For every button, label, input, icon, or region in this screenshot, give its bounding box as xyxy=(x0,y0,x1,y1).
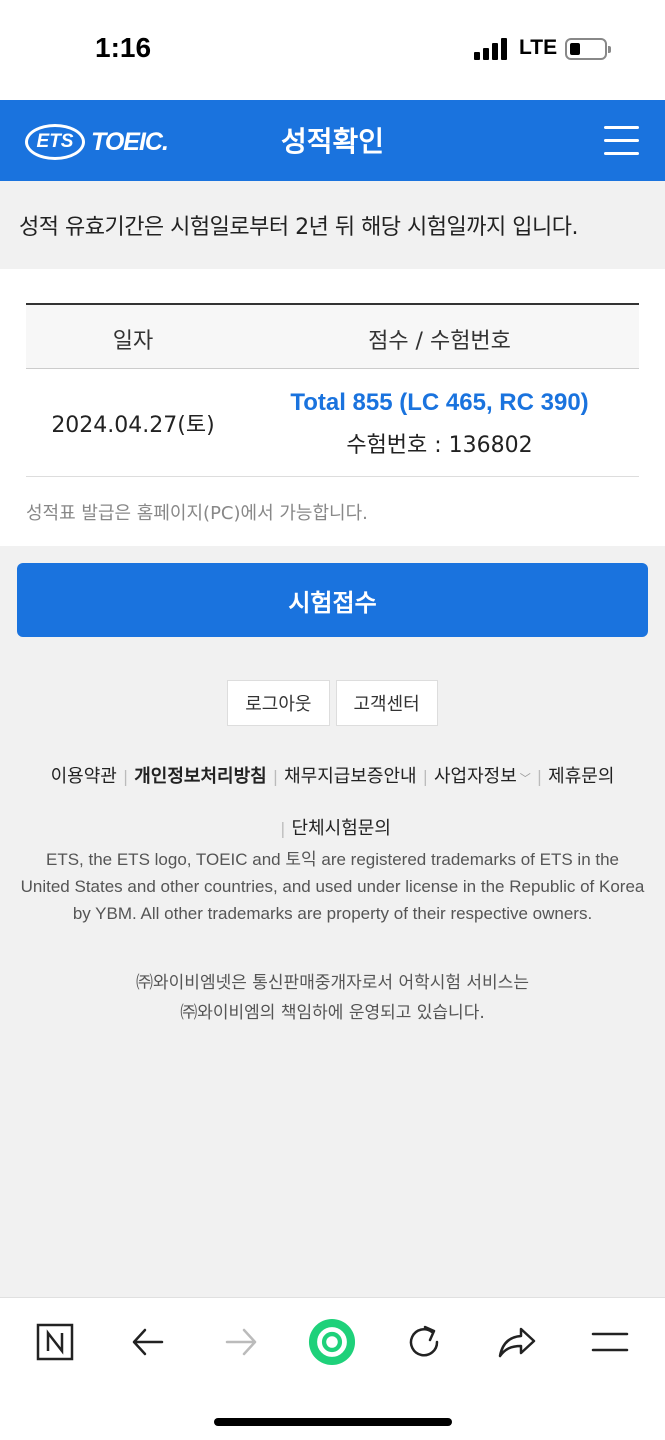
business-info-label: 사업자정보 xyxy=(433,766,517,787)
customer-center-button[interactable]: 고객센터 xyxy=(335,680,438,726)
apply-exam-button[interactable]: 시험접수 xyxy=(17,563,648,637)
report-note: 성적표 발급은 홈페이지(PC)에서 가능합니다. xyxy=(26,503,368,524)
terms-link[interactable]: 이용약관 xyxy=(51,766,117,787)
menu-icon[interactable] xyxy=(586,1318,634,1366)
exam-date: 2024.04.27(토) xyxy=(51,413,215,438)
footer-buttons: 로그아웃 고객센터 xyxy=(0,680,665,726)
hamburger-menu-icon[interactable] xyxy=(604,124,639,156)
signal-icon xyxy=(474,38,508,60)
status-bar: 1:16 LTE xyxy=(0,0,665,100)
ybm-note-line-2: ㈜와이비엠의 책임하에 운영되고 있습니다. xyxy=(180,1003,485,1023)
network-label: LTE xyxy=(519,36,558,59)
legal-text: ETS, the ETS logo, TOEIC and 토익 are regi… xyxy=(20,850,645,923)
business-info-link[interactable]: 사업자정보 ﹀ xyxy=(434,766,531,787)
home-indicator xyxy=(214,1418,452,1426)
divider: | xyxy=(272,767,279,786)
page-title: 성적확인 xyxy=(280,125,385,158)
reload-icon[interactable] xyxy=(400,1318,448,1366)
validity-notice: 성적 유효기간은 시험일로부터 2년 뒤 해당 시험일까지 입니다. xyxy=(0,181,665,269)
green-dot-icon[interactable] xyxy=(308,1318,356,1366)
divider: | xyxy=(422,767,428,786)
forward-arrow-icon[interactable] xyxy=(217,1318,265,1366)
score-table: 일자 점수 / 수험번호 2024.04.27(토) Total 855 (LC… xyxy=(26,303,639,477)
status-time: 1:16 xyxy=(95,32,152,63)
logout-button[interactable]: 로그아웃 xyxy=(227,680,330,726)
validity-notice-text: 성적 유효기간은 시험일로부터 2년 뒤 해당 시험일까지 입니다. xyxy=(19,215,578,240)
divider: | xyxy=(536,767,543,786)
ybm-note-line-1: ㈜와이비엠넷은 통신판매중개자로서 어학시험 서비스는 xyxy=(136,973,529,993)
ybm-note: ㈜와이비엠넷은 통신판매중개자로서 어학시험 서비스는 ㈜와이비엠의 책임하에 … xyxy=(20,968,645,1028)
privacy-link[interactable]: 개인정보처리방침 xyxy=(134,766,266,787)
back-arrow-icon[interactable] xyxy=(124,1318,172,1366)
chevron-down-icon: ﹀ xyxy=(519,772,531,785)
footer-links: 이용약관 | 개인정보처리방침 | 채무지급보증안내 | 사업자정보 ﹀ | 제휴문의 | 단체시험… xyxy=(0,752,665,854)
share-icon[interactable] xyxy=(493,1318,541,1366)
group-exam-link[interactable]: 단체시험문의 xyxy=(292,818,391,839)
partnership-link[interactable]: 제휴문의 xyxy=(548,766,614,787)
battery-icon xyxy=(565,38,611,60)
score-section: 일자 점수 / 수험번호 2024.04.27(토) Total 855 (LC… xyxy=(0,269,665,546)
header-score: 점수 / 수험번호 xyxy=(368,329,511,354)
guarantee-link[interactable]: 채무지급보증안내 xyxy=(284,766,416,787)
divider: | xyxy=(122,767,129,786)
total-score: Total 855 (LC 465, RC 390) xyxy=(290,389,589,416)
header-date: 일자 xyxy=(112,329,154,354)
divider: | xyxy=(280,819,286,838)
table-row: 2024.04.27(토) Total 855 (LC 465, RC 390)… xyxy=(26,369,639,477)
exam-number: 수험번호 : 136802 xyxy=(346,433,533,458)
table-header: 일자 점수 / 수험번호 xyxy=(26,303,639,369)
naver-n-icon[interactable] xyxy=(31,1318,79,1366)
app-header: ETS TOEIC. 성적확인 xyxy=(0,100,665,181)
